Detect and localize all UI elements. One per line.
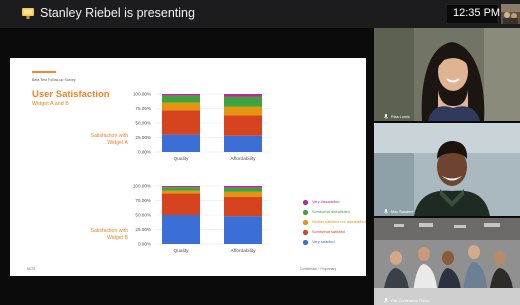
bar-segment <box>162 134 200 152</box>
bar-segment <box>162 193 200 215</box>
bar-segment <box>224 186 262 188</box>
legend-swatch <box>303 220 308 225</box>
y-tick-label: 25.00% <box>135 135 151 140</box>
legend-swatch <box>303 240 308 245</box>
y-tick-label: 100.00% <box>133 184 151 189</box>
presenting-status: Stanley Riebel is presenting <box>40 6 195 20</box>
presenting-screen-icon <box>22 8 34 19</box>
slide-footer-right: Confidential + Proprietary <box>300 267 337 271</box>
microphone-icon <box>383 209 389 214</box>
bar-segment <box>224 216 262 244</box>
y-tick-label: 50.00% <box>135 121 151 126</box>
bar-segment <box>224 135 262 152</box>
bar-segment <box>162 102 200 111</box>
microphone-icon <box>383 298 389 303</box>
bar-segment <box>162 95 200 103</box>
participant-name-3: Ritz Conference Room <box>391 299 430 303</box>
bar-segment <box>224 106 262 116</box>
legend-label: Very satisfied <box>312 240 335 244</box>
y-tick-label: 100.00% <box>133 92 151 97</box>
participant-video-3 <box>374 218 520 305</box>
bar-segment <box>162 94 200 96</box>
participant-tile-2[interactable]: Max Sandner <box>374 123 520 216</box>
y-tick-label: 75.00% <box>135 198 151 203</box>
legend-label: Neither satisfied nor dissatisfied <box>312 220 366 224</box>
y-tick-label: 0.00% <box>138 242 151 247</box>
x-tick-label: Quality <box>174 156 190 162</box>
legend-swatch <box>303 200 308 205</box>
bar-segment <box>162 186 200 188</box>
slide-footer-left: MLTS <box>27 267 36 271</box>
y-tick-label: 50.00% <box>135 213 151 218</box>
microphone-icon <box>383 114 389 119</box>
x-tick-label: Affordability <box>231 156 257 162</box>
participant-tile-1[interactable]: Risa Lumis <box>374 28 520 121</box>
bar-segment <box>224 187 262 192</box>
presentation-slide: Beta Test Follow-up Survey User Satisfac… <box>10 58 366 276</box>
clock-time: 12:35 PM <box>453 7 501 19</box>
legend-label: Somewhat satisfied <box>312 230 345 234</box>
participant-name-1: Risa Lumis <box>391 115 410 119</box>
bar-segment <box>162 187 200 191</box>
meeting-top-bar: Stanley Riebel is presenting 12:35 PM <box>0 0 520 28</box>
bar-segment <box>162 110 200 135</box>
legend-swatch <box>303 210 308 215</box>
y-tick-label: 25.00% <box>135 227 151 232</box>
bar-segment <box>162 215 200 244</box>
bar-segment <box>162 190 200 194</box>
x-tick-label: Affordability <box>231 248 257 254</box>
legend-label: Somewhat dissatisfied <box>312 210 350 214</box>
participant-tile-3[interactable]: Ritz Conference Room <box>374 218 520 305</box>
bar-segment <box>224 197 262 217</box>
participant-video-2 <box>374 123 520 216</box>
self-view-thumbnail[interactable] <box>501 4 520 24</box>
participant-video-1 <box>374 28 520 121</box>
legend-label: Very dissatisfied <box>312 200 340 204</box>
participant-name-2: Max Sandner <box>391 210 414 214</box>
bar-segment <box>224 115 262 136</box>
y-tick-label: 75.00% <box>135 106 151 111</box>
x-tick-label: Quality <box>174 248 190 254</box>
bar-segment <box>224 94 262 97</box>
bar-segment <box>224 191 262 198</box>
bar-segment <box>224 96 262 107</box>
legend-swatch <box>303 230 308 235</box>
y-tick-label: 0.00% <box>138 150 151 155</box>
